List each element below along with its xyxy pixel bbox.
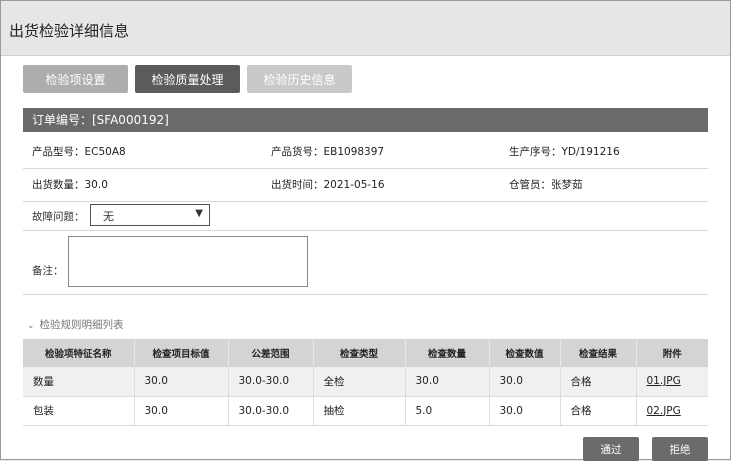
table-cell: 全检 — [313, 367, 406, 397]
table-header-row: 检验项特征名称 检查项目标值 公差范围 检查类型 检查数量 检查数值 检查结果 … — [23, 339, 708, 367]
col-header: 检查结果 — [560, 339, 637, 367]
product-code: 产品货号：EB1098397 — [271, 146, 385, 158]
col-header: 检查数量 — [405, 339, 490, 367]
table-cell: 02.JPG — [636, 396, 708, 426]
order-number-bar: 订单编号：[SFA000192] — [23, 108, 708, 132]
attachment-link[interactable]: 01.JPG — [647, 375, 681, 387]
dropdown-arrow-icon: ▼ — [195, 208, 203, 219]
pass-button[interactable]: 通过 — [583, 437, 639, 461]
remarks-row: 备注： — [23, 231, 708, 295]
table-cell: 合格 — [560, 367, 637, 397]
remarks-textarea[interactable] — [68, 236, 308, 287]
table-cell: 包装 — [23, 396, 135, 426]
window-title: 出货检验详细信息 — [9, 22, 130, 40]
col-header: 检查数值 — [489, 339, 561, 367]
table-cell: 01.JPG — [636, 367, 708, 397]
production-number: 生产序号：YD/191216 — [509, 146, 620, 158]
tab-inspection-settings[interactable]: 检验项设置 — [23, 65, 128, 93]
fault-row: 故障问题： 无 ▼ — [23, 201, 708, 231]
table-cell: 30.0 — [134, 367, 229, 397]
shipment-quantity: 出货数量：30.0 — [32, 179, 108, 191]
col-header: 公差范围 — [228, 339, 314, 367]
info-row-2: 出货数量：30.0 出货时间：2021-05-16 仓管员：张梦茹 — [23, 168, 708, 202]
table-cell: 30.0 — [134, 396, 229, 426]
tab-quality-handling[interactable]: 检验质量处理 — [135, 65, 240, 93]
table-cell: 30.0 — [405, 367, 490, 397]
info-row-1: 产品型号：EC50A8 产品货号：EB1098397 生产序号：YD/19121… — [23, 135, 708, 169]
table-cell: 30.0-30.0 — [228, 396, 314, 426]
table-cell: 抽检 — [313, 396, 406, 426]
title-bar: 出货检验详细信息 — [1, 1, 730, 56]
col-header: 检验项特征名称 — [23, 339, 135, 367]
table-cell: 30.0-30.0 — [228, 367, 314, 397]
tab-bar: 检验项设置 检验质量处理 检验历史信息 — [23, 65, 352, 93]
fault-selected-value: 无 — [103, 210, 114, 223]
rules-section-title: 检验规则明细列表 — [39, 319, 124, 331]
tab-inspection-history[interactable]: 检验历史信息 — [247, 65, 352, 93]
col-header: 检查项目标值 — [134, 339, 229, 367]
table-row: 数量 30.0 30.0-30.0 全检 30.0 30.0 合格 01.JPG — [23, 367, 708, 397]
table-cell: 30.0 — [489, 396, 561, 426]
chevron-down-icon: ⌄ — [27, 321, 35, 331]
reject-button[interactable]: 拒绝 — [652, 437, 708, 461]
detail-window: 出货检验详细信息 检验项设置 检验质量处理 检验历史信息 订单编号：[SFA00… — [0, 0, 731, 461]
remarks-label: 备注： — [32, 265, 64, 277]
shipment-time: 出货时间：2021-05-16 — [271, 179, 385, 191]
table-cell: 30.0 — [489, 367, 561, 397]
fault-label: 故障问题： — [32, 211, 85, 223]
fault-select[interactable]: 无 ▼ — [90, 204, 210, 226]
table-row: 包装 30.0 30.0-30.0 抽检 5.0 30.0 合格 02.JPG — [23, 396, 708, 426]
table-cell: 5.0 — [405, 396, 490, 426]
warehouse-keeper: 仓管员：张梦茹 — [509, 179, 583, 191]
col-header: 附件 — [636, 339, 708, 367]
rules-table: 检验项特征名称 检查项目标值 公差范围 检查类型 检查数量 检查数值 检查结果 … — [23, 339, 708, 426]
rules-section-header[interactable]: ⌄ 检验规则明细列表 — [27, 317, 124, 332]
table-cell: 合格 — [560, 396, 637, 426]
table-cell: 数量 — [23, 367, 135, 397]
product-model: 产品型号：EC50A8 — [32, 146, 126, 158]
attachment-link[interactable]: 02.JPG — [647, 405, 681, 417]
col-header: 检查类型 — [313, 339, 406, 367]
